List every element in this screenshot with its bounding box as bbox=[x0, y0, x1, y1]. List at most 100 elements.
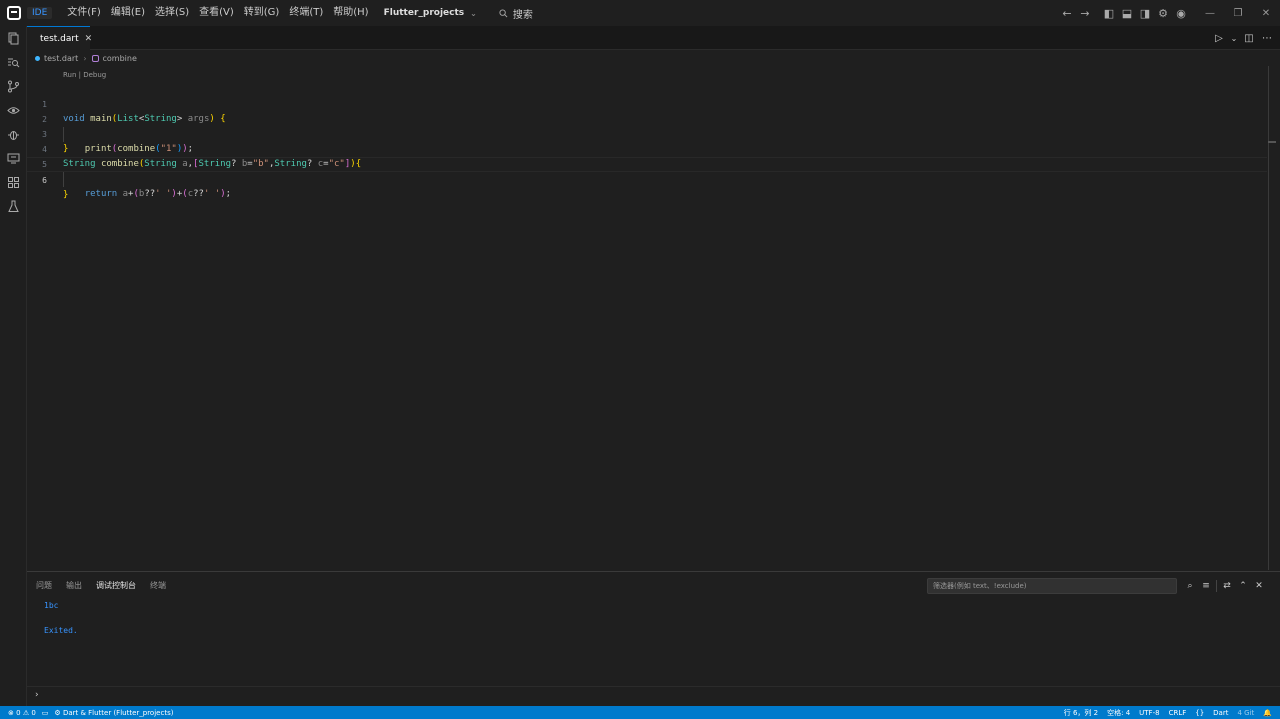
maximize-icon[interactable]: ❐ bbox=[1224, 0, 1252, 26]
code-line-text: return a+(b??' ')+(c??' '); bbox=[84, 189, 232, 199]
code-editor[interactable]: 1 void main(List<String> args) { 2 print… bbox=[27, 82, 1267, 200]
menu-edit[interactable]: 编辑(E) bbox=[106, 0, 150, 26]
warning-icon: ⚠ bbox=[22, 708, 30, 717]
eol-status[interactable]: CRLF bbox=[1169, 709, 1187, 717]
tab-test-dart[interactable]: test.dart ✕ bbox=[27, 26, 93, 50]
search-label: 搜索 bbox=[512, 9, 533, 21]
console-filter-input[interactable]: 筛选器(例如 text、!exclude) bbox=[927, 578, 1177, 594]
run-config-status[interactable]: ⚙ Dart & Flutter (Flutter_projects) bbox=[54, 709, 173, 717]
toggle-sidebar-icon[interactable]: ◧ bbox=[1100, 0, 1118, 26]
menu-terminal[interactable]: 终端(T) bbox=[284, 0, 328, 26]
status-bar: ⊗ 0 ⚠ 0 ▭ ⚙ Dart & Flutter (Flutter_proj… bbox=[0, 706, 1280, 719]
console-prompt[interactable]: › bbox=[35, 690, 39, 700]
braces-icon[interactable]: {} bbox=[1195, 709, 1204, 717]
run-config-icon: ⚙ bbox=[54, 708, 61, 717]
error-icon: ⊗ bbox=[8, 708, 14, 717]
code-line: 2 print(combine("1")); bbox=[27, 97, 1267, 154]
remote-window-icon[interactable]: ▭ bbox=[42, 709, 49, 717]
language-mode[interactable]: Dart bbox=[1213, 709, 1228, 717]
toggle-panel-icon[interactable]: ⬓ bbox=[1118, 0, 1136, 26]
encoding-status[interactable]: UTF-8 bbox=[1139, 709, 1159, 717]
eye-icon[interactable] bbox=[0, 98, 27, 122]
status-left: ⊗ 0 ⚠ 0 ▭ ⚙ Dart & Flutter (Flutter_proj… bbox=[8, 709, 173, 717]
tab-filename: test.dart bbox=[40, 33, 79, 44]
code-line-current: 6 } bbox=[27, 157, 1267, 200]
source-control-icon[interactable] bbox=[0, 74, 27, 98]
scrollbar-cursor-marker bbox=[1268, 141, 1276, 143]
tab-problems[interactable]: 问题 bbox=[36, 580, 52, 594]
indent-guide bbox=[63, 172, 64, 187]
cursor-position[interactable]: 行 6，列 2 bbox=[1064, 708, 1098, 718]
code-line-text: } bbox=[63, 190, 69, 200]
divider bbox=[1216, 580, 1217, 592]
problems-status[interactable]: ⊗ 0 ⚠ 0 bbox=[8, 709, 36, 717]
maximize-panel-icon[interactable]: ⌃ bbox=[1235, 581, 1251, 591]
menu-help[interactable]: 帮助(H) bbox=[328, 0, 373, 26]
explorer-icon[interactable] bbox=[0, 26, 27, 50]
breadcrumb-symbol[interactable]: combine bbox=[103, 54, 137, 63]
account-icon[interactable]: ◉ bbox=[1172, 0, 1190, 26]
menu-selection[interactable]: 选择(S) bbox=[150, 0, 194, 26]
run-icon[interactable]: ▷ bbox=[1212, 33, 1226, 44]
divider bbox=[27, 686, 1280, 687]
console-output-line: 1bc bbox=[44, 601, 59, 610]
remote-explorer-icon[interactable] bbox=[0, 146, 27, 170]
tab-terminal[interactable]: 终端 bbox=[150, 580, 166, 594]
workspace-selector[interactable]: Flutter_projects ⌄ bbox=[384, 8, 477, 18]
clear-console-icon[interactable]: ≡ bbox=[1198, 581, 1214, 591]
app-logo-icon bbox=[7, 6, 21, 20]
breadcrumb-file[interactable]: test.dart bbox=[44, 54, 78, 63]
editor-tab-bar: test.dart ✕ ▷ ⌄ ◫ ⋯ bbox=[27, 26, 1280, 50]
code-line: 5 return a+(b??' ')+(c??' '); bbox=[27, 142, 1267, 199]
activity-bar bbox=[0, 26, 27, 706]
debug-icon[interactable] bbox=[0, 122, 27, 146]
tab-debug-console[interactable]: 调试控制台 bbox=[96, 580, 136, 594]
line-number: 6 bbox=[42, 176, 47, 185]
chevron-right-icon: › bbox=[83, 53, 87, 63]
indentation-status[interactable]: 空格: 4 bbox=[1107, 708, 1130, 718]
menu-bar: 文件(F) 编辑(E) 选择(S) 查看(V) 转到(G) 终端(T) 帮助(H… bbox=[62, 0, 373, 26]
code-line: 1 void main(List<String> args) { bbox=[27, 82, 1267, 124]
method-symbol-icon bbox=[91, 54, 99, 62]
status-right: 行 6，列 2 空格: 4 UTF-8 CRLF {} Dart 4 Git 🔔 bbox=[1064, 706, 1272, 719]
back-arrow-icon[interactable]: ← bbox=[1058, 0, 1076, 26]
codelens-run-debug[interactable]: Run | Debug bbox=[63, 71, 106, 79]
warning-count: 0 bbox=[31, 708, 36, 717]
chevron-down-icon: ⌄ bbox=[470, 8, 477, 18]
find-icon[interactable]: ⌕ bbox=[1182, 581, 1198, 591]
more-actions-icon[interactable]: ⋯ bbox=[1260, 33, 1274, 44]
panel-tabs: 问题 输出 调试控制台 终端 bbox=[36, 580, 166, 594]
toggle-wrap-icon[interactable]: ⇄ bbox=[1219, 581, 1235, 591]
tab-output[interactable]: 输出 bbox=[66, 580, 82, 594]
minimize-icon[interactable]: — bbox=[1196, 0, 1224, 26]
ide-badge: IDE bbox=[27, 7, 53, 19]
close-window-icon[interactable]: ✕ bbox=[1252, 0, 1280, 26]
forward-arrow-icon[interactable]: → bbox=[1076, 0, 1094, 26]
split-editor-icon[interactable]: ◫ bbox=[1242, 33, 1256, 44]
extensions-icon[interactable] bbox=[0, 170, 27, 194]
console-output-line: Exited. bbox=[44, 626, 78, 635]
testing-flask-icon[interactable] bbox=[0, 194, 27, 218]
menu-go[interactable]: 转到(G) bbox=[239, 0, 285, 26]
code-line: 4 String combine(String a,[String? b="b"… bbox=[27, 127, 1267, 169]
title-bar-actions: ← → ◧ ⬓ ◨ ⚙ ◉ — ❐ ✕ bbox=[1058, 0, 1280, 26]
command-search[interactable]: 搜索 bbox=[499, 6, 533, 21]
close-panel-icon[interactable]: ✕ bbox=[1251, 581, 1267, 591]
dart-file-icon bbox=[35, 55, 40, 61]
run-dropdown-chevron-icon[interactable]: ⌄ bbox=[1230, 34, 1238, 43]
menu-view[interactable]: 查看(V) bbox=[194, 0, 239, 26]
code-line: 3 } bbox=[27, 112, 1267, 154]
settings-gear-icon[interactable]: ⚙ bbox=[1154, 0, 1172, 26]
notifications-bell-icon[interactable]: 🔔 bbox=[1263, 709, 1272, 717]
error-count: 0 bbox=[16, 708, 21, 717]
menu-file[interactable]: 文件(F) bbox=[62, 0, 106, 26]
search-view-icon[interactable] bbox=[0, 50, 27, 74]
title-bar: IDE 文件(F) 编辑(E) 选择(S) 查看(V) 转到(G) 终端(T) … bbox=[0, 0, 1280, 26]
search-icon bbox=[499, 8, 508, 17]
workspace-name: Flutter_projects bbox=[383, 8, 465, 18]
tab-close-icon[interactable]: ✕ bbox=[85, 34, 93, 44]
toggle-secondary-sidebar-icon[interactable]: ◨ bbox=[1136, 0, 1154, 26]
extra-status[interactable]: 4 Git bbox=[1237, 709, 1254, 717]
run-config-label: Dart & Flutter (Flutter_projects) bbox=[62, 708, 174, 717]
editor-actions: ▷ ⌄ ◫ ⋯ bbox=[1212, 26, 1274, 50]
